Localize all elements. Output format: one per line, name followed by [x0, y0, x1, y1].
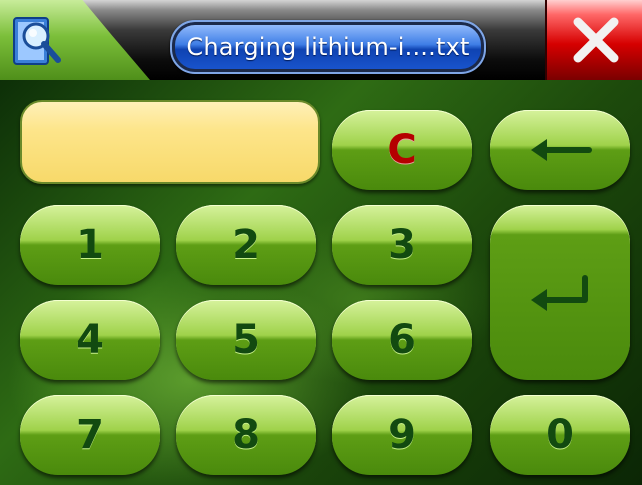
- close-icon: [573, 17, 618, 63]
- clear-button-label: C: [387, 127, 417, 173]
- digit-key-label: 6: [388, 317, 416, 363]
- numeric-keypad-screen: Charging lithium-i....txt C 1 2 3 4 5 6 …: [0, 0, 642, 485]
- digit-key-label: 2: [232, 222, 260, 268]
- digit-key-2[interactable]: 2: [176, 205, 316, 285]
- backspace-button[interactable]: [490, 110, 630, 190]
- digit-key-5[interactable]: 5: [176, 300, 316, 380]
- digit-key-7[interactable]: 7: [20, 395, 160, 475]
- digit-key-9[interactable]: 9: [332, 395, 472, 475]
- digit-key-1[interactable]: 1: [20, 205, 160, 285]
- digit-key-label: 5: [232, 317, 260, 363]
- search-document-icon[interactable]: [10, 12, 68, 70]
- input-display[interactable]: [20, 100, 320, 184]
- digit-key-label: 3: [388, 222, 416, 268]
- digit-key-4[interactable]: 4: [20, 300, 160, 380]
- keypad-area: C 1 2 3 4 5 6 7 8 9 0: [0, 80, 642, 485]
- digit-key-0[interactable]: 0: [490, 395, 630, 475]
- digit-key-8[interactable]: 8: [176, 395, 316, 475]
- digit-key-label: 4: [76, 317, 104, 363]
- digit-key-6[interactable]: 6: [332, 300, 472, 380]
- window-title: Charging lithium-i....txt: [170, 20, 486, 74]
- digit-key-label: 0: [546, 412, 574, 458]
- close-button[interactable]: [545, 0, 642, 80]
- digit-key-label: 9: [388, 412, 416, 458]
- backspace-arrow-icon: [531, 139, 592, 161]
- enter-return-icon: [531, 274, 588, 311]
- digit-key-3[interactable]: 3: [332, 205, 472, 285]
- digit-key-label: 7: [76, 412, 104, 458]
- clear-button[interactable]: C: [332, 110, 472, 190]
- title-bar: Charging lithium-i....txt: [0, 0, 642, 80]
- digit-key-label: 1: [76, 222, 104, 268]
- enter-button[interactable]: [490, 205, 630, 380]
- digit-key-label: 8: [232, 412, 260, 458]
